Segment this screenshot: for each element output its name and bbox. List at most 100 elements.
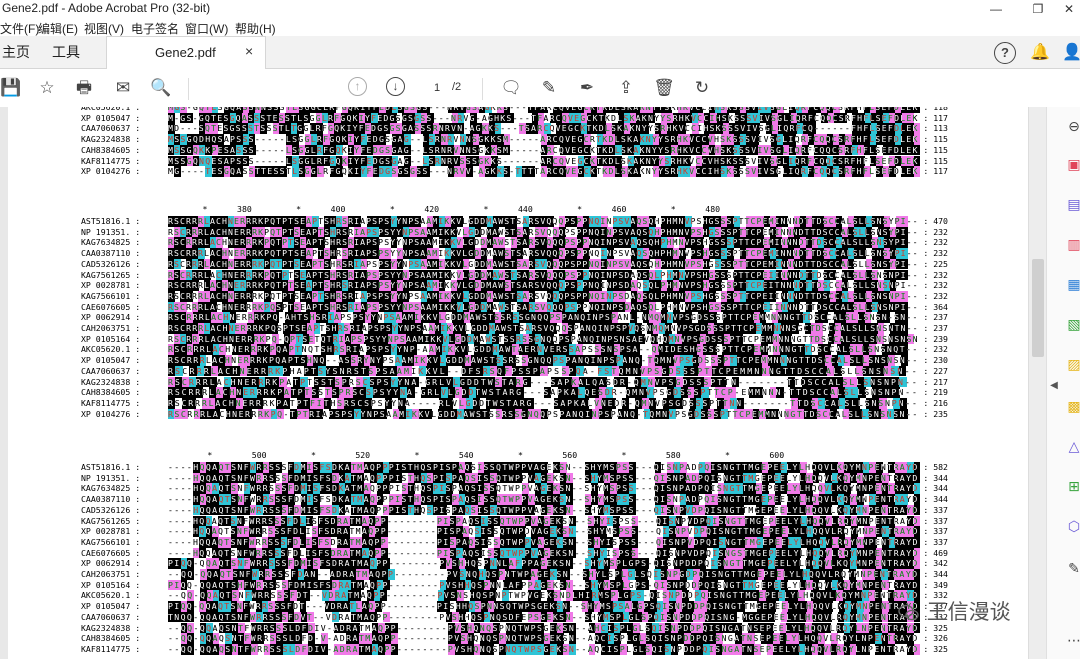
panel-print-production-icon[interactable]: ⊞ (1066, 477, 1080, 495)
sequence-name: XP 0104276 : (81, 408, 141, 419)
sequence-residues: RSCRRRLACHNERRRKPQ-QPTSETQTRIAPSPSYYNPSA… (168, 333, 919, 344)
sequence-name: XP 0105047 : (81, 355, 141, 366)
sequence-residues: RSCRRRLACHNERRRKPATPTFITHSRSCSPSYYNA----… (168, 397, 919, 408)
panel-create-pdf-icon[interactable]: ▤ (1066, 195, 1080, 213)
panel-zoom-icon[interactable]: ⊖ (1066, 117, 1080, 135)
sequence-residues: RSCRRRLACHNERRRKPQTPTSEAPTSHRSRIAPSPSYYN… (168, 280, 919, 291)
sequence-residues: M-GS-GQTESGQASSSTESSTLSGGLRFGQKIYFEDGSGS… (168, 112, 919, 123)
save-icon[interactable]: 💾 (0, 77, 22, 99)
sequence-name: XP 0062914 : (81, 558, 141, 569)
sequence-name: CAE6076605 : (81, 301, 141, 312)
highlight-pen-icon[interactable]: ✎ (538, 77, 560, 99)
tab-close-icon[interactable]: × (245, 43, 253, 59)
sequence-position: : 115 (923, 144, 948, 155)
search-icon[interactable]: 🔍 (150, 77, 172, 99)
panel-edit-pdf-icon[interactable]: ▦ (1066, 275, 1080, 293)
tab-document[interactable]: Gene2.pdf × (106, 36, 266, 69)
sequence-name: XP 0028781 : (81, 280, 141, 291)
sequence-name: KAG2324838 : (81, 622, 141, 633)
print-icon[interactable]: 🖶 (73, 77, 95, 99)
sequence-residues: RSCRRRLACHNERRRKPQTPTSEAPTSHRSRIAPSPSYYN… (168, 248, 919, 259)
menu-view[interactable]: 视图(V) (84, 20, 124, 37)
bell-icon[interactable]: 🔔 (1030, 42, 1050, 62)
panel-fill-sign-icon[interactable]: △ (1066, 437, 1080, 455)
panel-protect-icon[interactable]: ⬡ (1066, 517, 1080, 535)
sequence-residues: RSCRRRLACHNERRRKPQSPTSEAPTSHRSRIAPSPSYYN… (168, 323, 919, 333)
sequence-position: : 232 (923, 280, 948, 291)
sequence-position: : 232 (923, 290, 948, 301)
sequence-residues: MSSGQNQESAPSSS-----LSGGLRFGQKIYFEDGSGAG-… (168, 155, 919, 166)
sequence-position: : 337 (923, 526, 948, 537)
tab-home[interactable]: 主页 (2, 42, 30, 62)
document-canvas[interactable]: AKC05620.1 : MGS-GQTESGQASSNNSSSTLSGGCLRF… (8, 107, 1028, 659)
sign-icon[interactable]: ✒ (576, 77, 598, 99)
menu-help[interactable]: 帮助(H) (235, 20, 276, 37)
panel-combine-icon[interactable]: ▥ (1066, 235, 1080, 253)
sequence-name: NP 191351. : (81, 472, 141, 483)
page-number-input[interactable]: 1 (418, 78, 456, 98)
sequence-residues: ----HQQAQTSNFWRRSSSFDLISFSDRATMAQPP-----… (168, 547, 919, 558)
close-window-button[interactable]: ✕ (1058, 0, 1080, 18)
scrollbar-thumb[interactable] (1032, 259, 1044, 357)
sequence-position: : 235 (923, 408, 948, 419)
menu-bar: 文件(F) 编辑(E) 视图(V) 电子签名 窗口(W) 帮助(H) (0, 18, 1080, 36)
panel-note-icon[interactable]: ▩ (1066, 397, 1080, 415)
next-page-icon[interactable]: ↓ (386, 77, 405, 96)
sequence-position: : 230 (923, 355, 948, 366)
share-icon[interactable]: ⇪ (615, 77, 637, 99)
sequence-name: CAH8384605 : (81, 633, 141, 644)
window-title: Gene2.pdf - Adobe Acrobat Pro (32-bit) (2, 1, 211, 15)
sequence-residues: ----HQQAQTSNFWRRSSSFDLISFSDRATMAQPP-----… (168, 515, 919, 526)
sequence-residues: --QQ-QQAQSNTFWRRSSSLDFDIV-ADRATMAQPP----… (168, 622, 919, 633)
help-icon[interactable]: ? (994, 42, 1016, 64)
bookmark-star-icon[interactable]: ☆ (36, 77, 58, 99)
menu-window[interactable]: 窗口(W) (185, 20, 228, 37)
sequence-position: : 232 (923, 237, 948, 248)
sequence-name: XP 0062914 : (81, 312, 141, 323)
menu-file[interactable]: 文件(F) (0, 20, 39, 37)
sequence-position: : 349 (923, 579, 948, 590)
sequence-name: KAG2324838 : (81, 134, 141, 145)
comment-icon[interactable]: 🗨 (500, 77, 522, 99)
user-icon[interactable]: 👤 (1062, 42, 1080, 62)
sequence-residues: RSCRRRLACHNERRRKPQAPTNQTSHRSRIAPSPSYYNP-… (168, 344, 919, 355)
collapse-panel-icon[interactable]: ◀ (1049, 377, 1059, 395)
panel-more-icon[interactable]: ⋯ (1066, 631, 1080, 649)
sequence-residues: MD---SQTESGSSSTSSSTLTGGLRFGQKIYFEDGSGSGA… (168, 123, 919, 134)
sequence-position: : 344 (923, 472, 948, 483)
redo-icon[interactable]: ↻ (691, 77, 713, 99)
sequence-residues: RSCRRRLACHNERRRKPHAPTSYSNRSTSPSAAMIKKVL-… (168, 365, 919, 376)
sequence-name: CAA7060637 : (81, 611, 141, 622)
panel-comment-icon[interactable]: ▨ (1066, 355, 1080, 373)
delete-icon[interactable]: 🗑 (653, 77, 675, 99)
sequence-position: : 237 (923, 323, 948, 333)
sequence-position: : 342 (923, 558, 948, 569)
sequence-position: : 344 (923, 569, 948, 579)
mail-icon[interactable]: ✉ (112, 77, 134, 99)
previous-page-icon[interactable]: ↑ (348, 77, 367, 96)
menu-esign[interactable]: 电子签名 (131, 20, 179, 37)
sequence-name: KAG7561265 : (81, 515, 141, 526)
panel-organize-icon[interactable]: ▧ (1066, 315, 1080, 333)
panel-tools-icon[interactable]: ✎ (1066, 559, 1080, 577)
panel-export-pdf-icon[interactable]: ▣ (1066, 155, 1080, 173)
sequence-name: CAA7060637 : (81, 123, 141, 134)
menu-edit[interactable]: 编辑(E) (38, 20, 78, 37)
sequence-residues: MSSGQDHQSAPSSS-----LSGGLRFGQKIYFEDGSGAG-… (168, 134, 919, 145)
sequence-name: KAF8114775 : (81, 643, 141, 654)
vertical-scrollbar[interactable] (1028, 107, 1047, 659)
restore-button[interactable]: ❐ (1018, 0, 1058, 18)
sequence-name: AST51816.1 : (81, 216, 141, 226)
sequence-residues: PIQQ-QQAQTSNFWRRSSSFDT---VDRATLAQPP-----… (168, 601, 919, 612)
sequence-name: KAF8114775 : (81, 155, 141, 166)
sequence-position: : 225 (923, 258, 948, 269)
sequence-name: CAA7060637 : (81, 365, 141, 376)
minimize-button[interactable]: — (976, 0, 1016, 18)
sequence-position: : 337 (923, 504, 948, 515)
sequence-name: AST51816.1 : (81, 462, 141, 472)
sequence-position: : 337 (923, 515, 948, 526)
sequence-name: KAF8114775 : (81, 397, 141, 408)
tab-tools[interactable]: 工具 (52, 42, 80, 62)
sequence-name: KAG7561265 : (81, 269, 141, 280)
sequence-residues: ----HQQAQTSNFWRRSSSFDLISFSDRATMAQPP-----… (168, 536, 919, 547)
